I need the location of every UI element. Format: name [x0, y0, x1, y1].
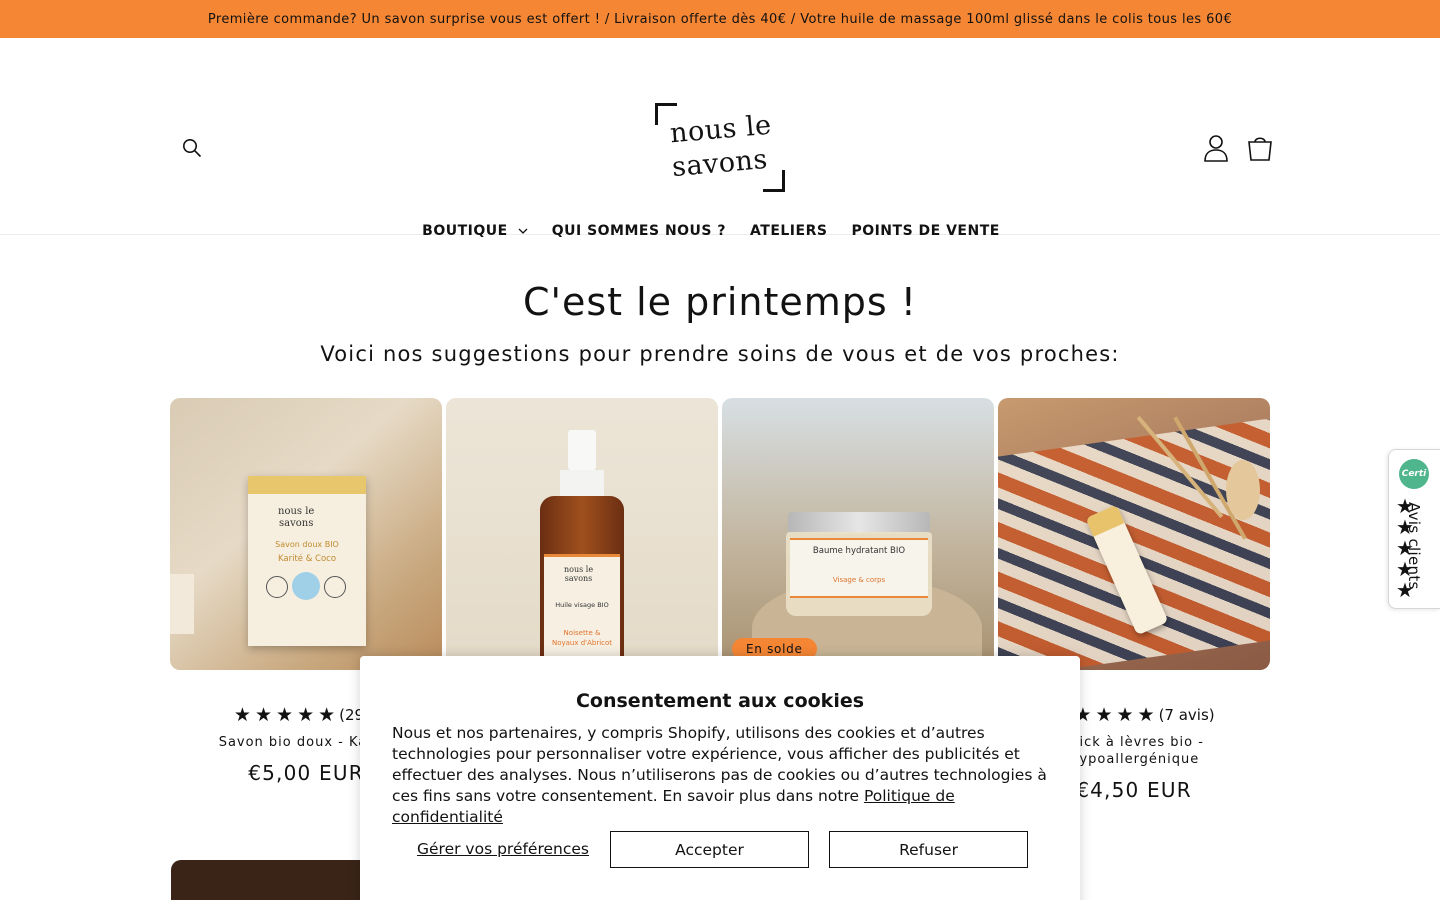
announcement-bar: Première commande? Un savon surprise vou… — [0, 0, 1440, 38]
product-brand-label: nous le savons — [278, 506, 315, 529]
logo-line-2: savons — [670, 143, 769, 184]
star-icon: ★ — [233, 704, 251, 726]
product-image[interactable] — [998, 398, 1270, 670]
cookie-text: Nous et nos partenaires, y compris Shopi… — [392, 723, 1052, 828]
star-icon: ★ — [297, 704, 315, 726]
product-image[interactable]: nous le savons Huile visage BIO Noisette … — [446, 398, 718, 670]
logo-line-1: nous le — [668, 109, 773, 150]
nav-item-label: ATELIERS — [750, 223, 828, 239]
nav-item-points-de-vente[interactable]: POINTS DE VENTE — [851, 220, 999, 242]
review-count: (7 avis) — [1158, 706, 1215, 724]
product-rating: ★ ★ ★ ★ ★ (29 a — [234, 704, 378, 726]
cart-icon[interactable] — [1240, 128, 1280, 168]
product-image[interactable]: Baume hydratant BIO Visage & corps En so… — [722, 398, 994, 670]
main-nav: BOUTIQUE QUI SOMMES NOUS ? ATELIERS POIN… — [0, 220, 1440, 242]
star-icon: ★ — [276, 704, 294, 726]
refuse-button[interactable]: Refuser — [829, 831, 1028, 868]
product-label-line-1: Baume hydratant BIO — [812, 546, 906, 556]
product-label-line-1: Huile visage BIO — [555, 601, 609, 609]
star-icon: ★ — [1137, 704, 1155, 726]
product-label-line-2: Noisette & — [563, 629, 601, 637]
product-brand-label: nous le savons — [564, 565, 594, 583]
product-label-line-3: Noyaux d'Abricot — [551, 639, 613, 647]
cookie-title: Consentement aux cookies — [575, 690, 865, 712]
product-card[interactable]: nous le savons Huile visage BIO Noisette … — [446, 398, 718, 670]
site-header: nous le savons BOUTIQUE QUI SOMMES NOUS … — [0, 38, 1440, 239]
page-title: C'est le printemps ! — [522, 280, 918, 324]
logo-bracket-bottom — [763, 170, 785, 192]
product-label-line-1: Savon doux BIO — [275, 540, 339, 549]
star-icon: ★ — [1095, 704, 1113, 726]
certification-icon — [266, 576, 288, 598]
search-icon[interactable] — [172, 128, 212, 168]
spray-collar-shape — [560, 470, 604, 496]
soap-box-partial-shape — [170, 574, 194, 634]
reviews-widget[interactable]: Certi ★ ★ ★ ★ ★ Avis clients — [1388, 449, 1440, 609]
chevron-down-icon — [518, 228, 528, 234]
soap-top-shape — [248, 476, 366, 494]
bottle-label-shape: nous le savons Huile visage BIO Noisette … — [544, 554, 620, 670]
account-icon[interactable] — [1196, 128, 1236, 168]
organic-label-icon — [324, 576, 346, 598]
striped-cloth-shape — [998, 415, 1270, 670]
star-icon: ★ — [254, 704, 273, 726]
nav-item-label: BOUTIQUE — [422, 223, 508, 239]
site-logo[interactable]: nous le savons — [652, 100, 788, 194]
announcement-text: Première commande? Un savon surprise vou… — [207, 11, 1233, 27]
nav-item-label: QUI SOMMES NOUS ? — [551, 223, 727, 239]
nav-item-qui-sommes-nous[interactable]: QUI SOMMES NOUS ? — [552, 220, 726, 242]
soap-box-shape: nous le savons Savon doux BIO Karité & Co… — [248, 476, 366, 646]
nav-item-boutique[interactable]: BOUTIQUE — [422, 220, 528, 242]
product-card[interactable]: Baume hydratant BIO Visage & corps En so… — [722, 398, 994, 670]
star-icon: ★ — [318, 704, 336, 726]
dried-flower-shape — [1226, 460, 1260, 520]
spray-head-shape — [568, 430, 596, 470]
page-subtitle: Voici nos suggestions pour prendre soins… — [320, 342, 1120, 366]
jar-label-shape: Baume hydratant BIO Visage & corps — [790, 538, 928, 598]
certified-reviews-icon: Certi — [1399, 459, 1429, 489]
cookie-consent-dialog: Consentement aux cookies Nous et nos par… — [360, 656, 1080, 900]
product-label-line-2: Visage & corps — [832, 576, 886, 584]
nav-item-label: POINTS DE VENTE — [851, 223, 1000, 239]
bottle-shape: nous le savons Huile visage BIO Noisette … — [540, 496, 624, 670]
product-label-line-2: Karité & Coco — [277, 554, 337, 564]
manage-preferences-link[interactable]: Gérer vos préférences — [417, 840, 589, 858]
star-icon: ★ — [1116, 704, 1134, 726]
jar-lid-shape — [788, 512, 930, 534]
slow-cosmetique-icon — [292, 572, 320, 600]
nav-item-ateliers[interactable]: ATELIERS — [750, 220, 827, 242]
jar-shape: Baume hydratant BIO Visage & corps — [786, 532, 932, 616]
accept-button[interactable]: Accepter — [610, 831, 809, 868]
product-image[interactable]: nous le savons Savon doux BIO Karité & Co… — [170, 398, 442, 670]
widget-label: Avis clients — [1405, 502, 1423, 590]
